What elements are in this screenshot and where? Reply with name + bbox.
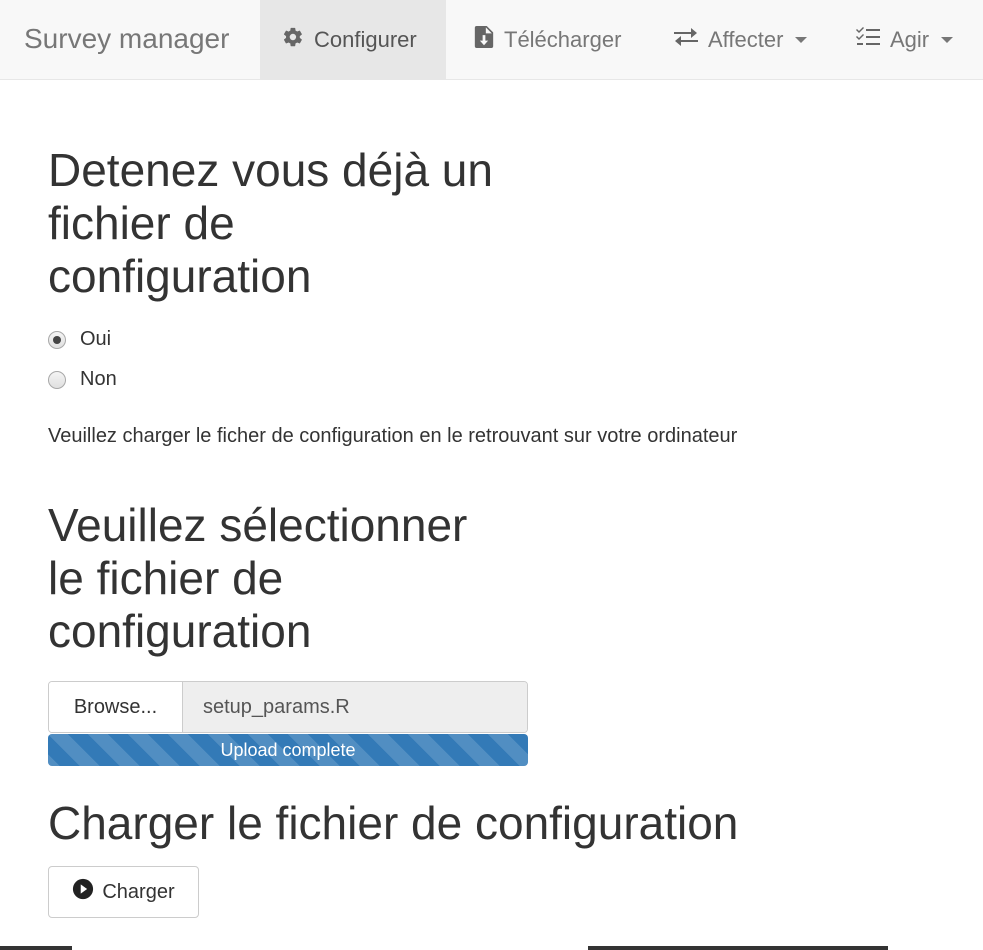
heading-line: Detenez vous déjà un bbox=[48, 144, 493, 196]
file-name-field[interactable]: setup_params.R bbox=[183, 682, 527, 732]
heading-line: configuration bbox=[48, 605, 312, 657]
tab-affecter[interactable]: Affecter bbox=[652, 0, 829, 79]
heading-line: Veuillez sélectionner bbox=[48, 499, 468, 551]
tab-telecharger[interactable]: Télécharger bbox=[452, 0, 643, 79]
play-circle-icon bbox=[72, 878, 94, 906]
heading-line: Charger le fichier de configuration bbox=[48, 797, 739, 849]
radio-label: Oui bbox=[80, 328, 112, 350]
exchange-icon bbox=[674, 27, 698, 53]
radio-label: Non bbox=[80, 368, 117, 390]
heading-line: le fichier de bbox=[48, 552, 284, 604]
tab-configurer-label: Configurer bbox=[314, 26, 417, 52]
heading-line: configuration bbox=[48, 250, 312, 302]
chevron-down-icon bbox=[795, 36, 808, 43]
upload-progress: Upload complete bbox=[48, 734, 528, 766]
help-text: Veuillez charger le ficher de configurat… bbox=[48, 425, 738, 447]
radio-non[interactable]: Non bbox=[48, 368, 117, 391]
charger-button-label: Charger bbox=[102, 880, 175, 903]
config-question-heading: Detenez vous déjà un fichier de configur… bbox=[48, 144, 493, 303]
charger-button[interactable]: Charger bbox=[48, 866, 199, 918]
radio-oui[interactable]: Oui bbox=[48, 328, 111, 351]
tab-agir-label: Agir bbox=[890, 26, 930, 52]
browse-button[interactable]: Browse... bbox=[49, 682, 183, 732]
tab-affecter-label: Affecter bbox=[708, 26, 784, 52]
upload-progress-bar: Upload complete bbox=[48, 734, 528, 766]
radio-button[interactable] bbox=[48, 370, 66, 389]
select-file-heading: Veuillez sélectionner le fichier de conf… bbox=[48, 499, 467, 658]
tab-agir[interactable]: Agir bbox=[834, 0, 975, 79]
heading-line: fichier de bbox=[48, 197, 235, 249]
file-download-icon bbox=[474, 25, 494, 54]
tab-telecharger-label: Télécharger bbox=[504, 26, 622, 52]
chevron-down-icon bbox=[941, 36, 954, 43]
load-config-heading: Charger le fichier de configuration bbox=[48, 797, 738, 850]
bottom-border bbox=[0, 946, 983, 950]
brand-title[interactable]: Survey manager bbox=[24, 22, 229, 56]
navbar: Survey manager Configurer Télécharger Af… bbox=[0, 0, 983, 80]
tasks-icon bbox=[856, 26, 880, 54]
tab-configurer[interactable]: Configurer bbox=[260, 0, 446, 79]
gear-icon bbox=[282, 26, 304, 54]
radio-button-checked[interactable] bbox=[48, 330, 66, 349]
file-input-group: Browse... setup_params.R bbox=[48, 681, 528, 733]
